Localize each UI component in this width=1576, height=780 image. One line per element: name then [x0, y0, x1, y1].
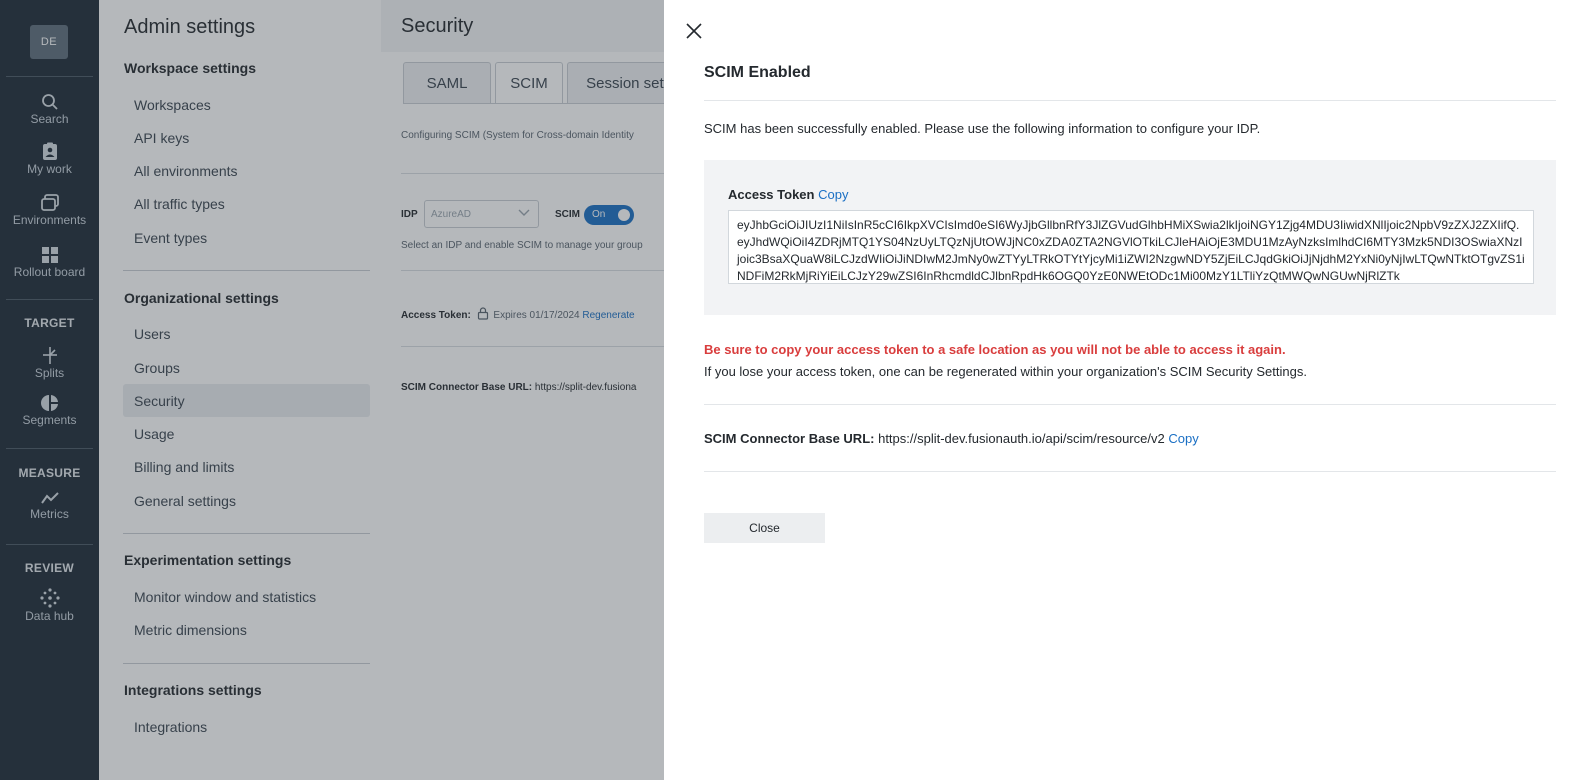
copy-token-link[interactable]: Copy: [818, 187, 848, 202]
modal-backdrop[interactable]: [0, 0, 664, 780]
access-token-heading: Access Token Copy: [728, 187, 848, 202]
regeneration-note: If you lose your access token, one can b…: [704, 364, 1307, 379]
panel-title: SCIM Enabled: [704, 64, 811, 81]
scim-enabled-panel: SCIM Enabled SCIM has been successfully …: [664, 0, 1576, 780]
base-url-label: SCIM Connector Base URL:: [704, 431, 875, 446]
copy-base-url-link[interactable]: Copy: [1168, 431, 1198, 446]
divider: [704, 100, 1556, 101]
copy-warning: Be sure to copy your access token to a s…: [704, 342, 1286, 357]
access-token-label: Access Token: [728, 187, 815, 202]
divider: [704, 471, 1556, 472]
panel-intro: SCIM has been successfully enabled. Plea…: [704, 121, 1261, 136]
divider: [704, 404, 1556, 405]
base-url-value: https://split-dev.fusionauth.io/api/scim…: [878, 431, 1165, 446]
access-token-box: Access Token Copy eyJhbGciOiJIUzI1NiIsIn…: [704, 160, 1556, 315]
close-icon[interactable]: [684, 21, 704, 41]
access-token-textarea[interactable]: eyJhbGciOiJIUzI1NiIsInR5cCI6IkpXVCIsImd0…: [728, 210, 1534, 284]
base-url-row: SCIM Connector Base URL: https://split-d…: [704, 431, 1199, 446]
close-button[interactable]: Close: [704, 513, 825, 543]
